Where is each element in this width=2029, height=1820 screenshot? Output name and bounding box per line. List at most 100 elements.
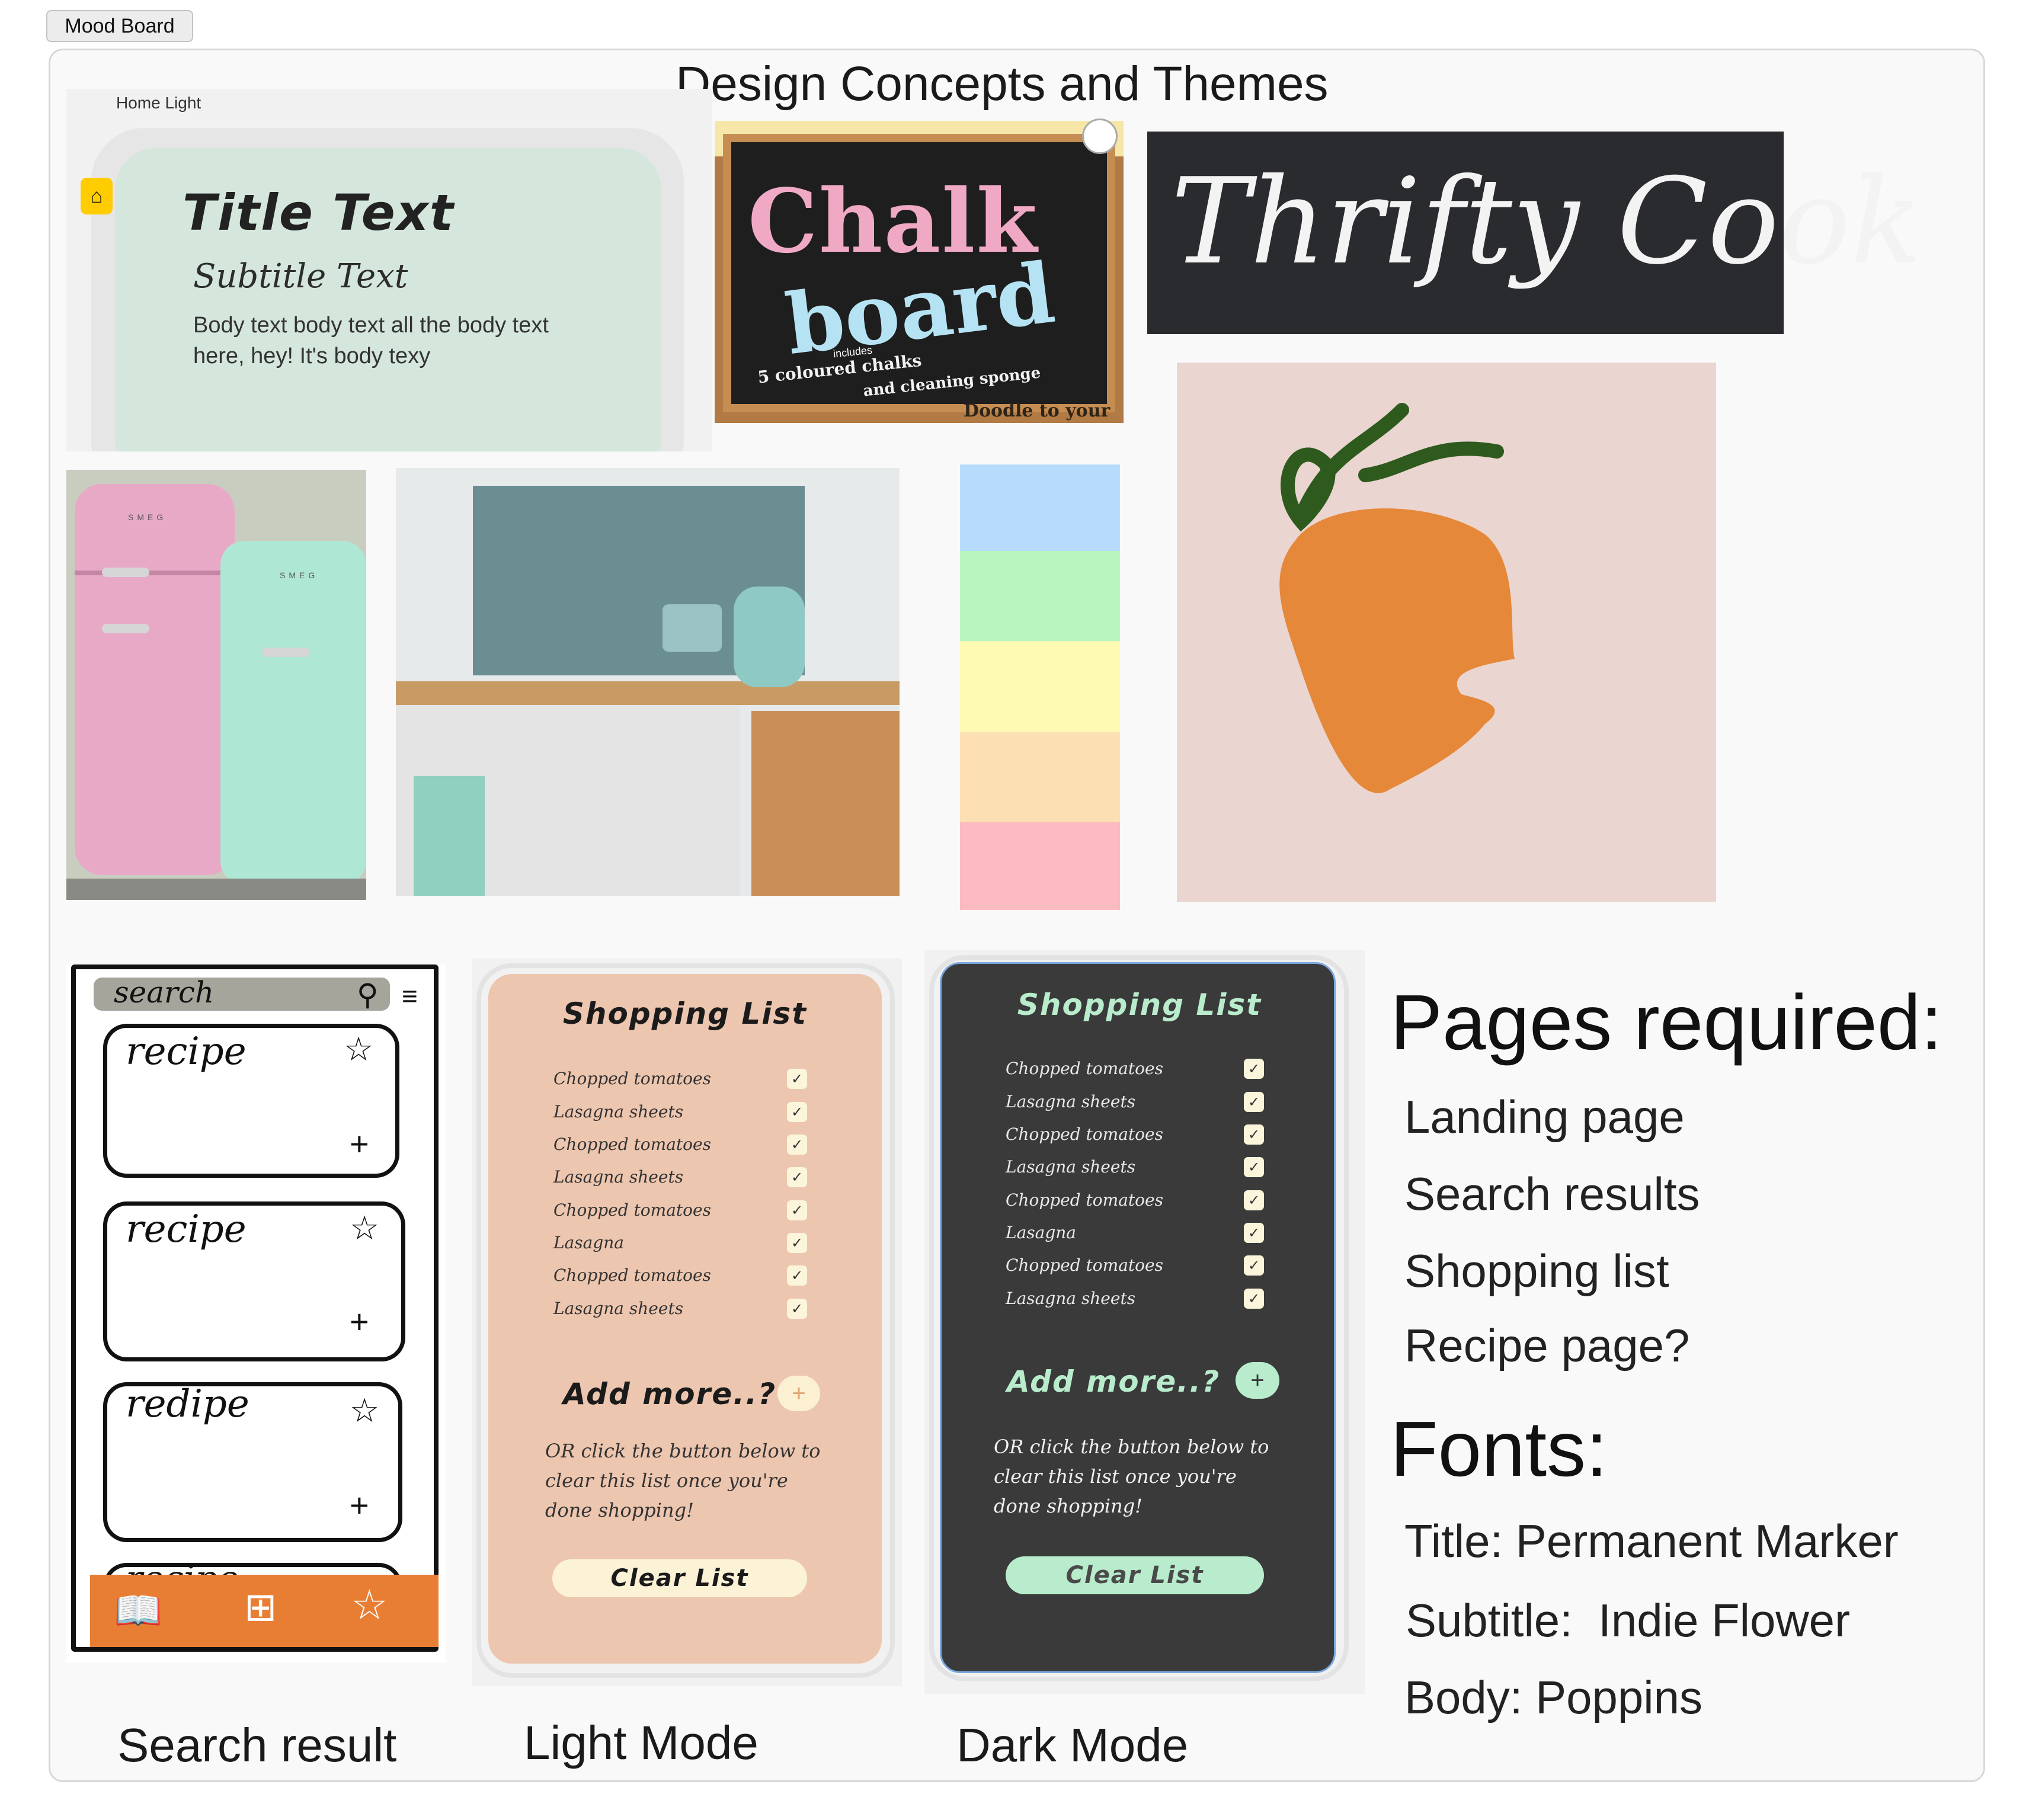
add-more-button[interactable]: + xyxy=(777,1376,820,1411)
pink-handle xyxy=(102,568,149,577)
caption-dark: Dark Mode xyxy=(956,1719,1189,1771)
light-list-title: Shopping List xyxy=(562,996,808,1031)
checkbox[interactable]: ✓ xyxy=(787,1299,807,1319)
checkbox[interactable]: ✓ xyxy=(787,1265,807,1286)
chalkboard-image: Chalk board includes 5 coloured chalks a… xyxy=(715,121,1124,423)
swatch-orange xyxy=(960,732,1120,822)
countertop xyxy=(396,681,900,705)
checkbox[interactable]: ✓ xyxy=(1244,1255,1264,1276)
pink-fridge xyxy=(75,484,235,875)
checkbox[interactable]: ✓ xyxy=(1244,1059,1264,1079)
book-icon[interactable]: 📖 xyxy=(114,1588,162,1634)
checkbox[interactable]: ✓ xyxy=(1244,1124,1264,1145)
color-palette xyxy=(960,464,1120,910)
list-item: Chopped tomatoes xyxy=(1006,1255,1163,1275)
plus-icon[interactable]: + xyxy=(350,1486,369,1524)
list-item: Chopped tomatoes xyxy=(1006,1124,1163,1144)
home-light-label: Home Light xyxy=(116,94,201,112)
stand-mixer xyxy=(734,587,805,687)
star-icon[interactable]: ☆ xyxy=(350,1391,379,1430)
pink-fridge-brand: SMEG xyxy=(128,512,167,522)
page-item: Recipe page? xyxy=(1404,1319,1690,1372)
checkbox[interactable]: ✓ xyxy=(1244,1223,1264,1243)
cart-icon[interactable]: ⊞ xyxy=(244,1584,277,1630)
page-item: Shopping list xyxy=(1404,1245,1669,1297)
carrot-logo xyxy=(1177,363,1716,902)
checkbox[interactable]: ✓ xyxy=(1244,1289,1264,1309)
star-icon[interactable]: ☆ xyxy=(351,1581,388,1629)
retro-fridges-photo: SMEG SMEG xyxy=(66,470,366,900)
checkbox[interactable]: ✓ xyxy=(787,1167,807,1187)
font-body: Body: Poppins xyxy=(1404,1671,1703,1723)
page-item: Search results xyxy=(1404,1168,1700,1220)
checkbox[interactable]: ✓ xyxy=(1244,1092,1264,1112)
font-subtitle: Subtitle: Indie Flower xyxy=(1406,1594,1851,1646)
mint-handle xyxy=(262,648,309,657)
kitchen-photo xyxy=(396,468,900,896)
list-item: Lasagna xyxy=(553,1233,624,1252)
body-text-sample: Body text body text all the body text xyxy=(193,313,549,338)
checkbox[interactable]: ✓ xyxy=(787,1069,807,1089)
menu-icon[interactable]: ≡ xyxy=(402,980,418,1012)
star-icon[interactable]: ☆ xyxy=(344,1030,373,1069)
add-more-button[interactable]: + xyxy=(1236,1362,1279,1399)
light-mode-frame: Shopping List Chopped tomatoes ✓ Lasagna … xyxy=(472,959,902,1686)
stool xyxy=(414,776,485,896)
title-text-sample: Title Text xyxy=(183,184,455,242)
swatch-pink xyxy=(960,822,1120,910)
list-item: Chopped tomatoes xyxy=(553,1200,711,1220)
tab-label: Mood Board xyxy=(65,14,175,37)
mint-fridge-brand: SMEG xyxy=(280,571,319,580)
list-item: Chopped tomatoes xyxy=(1006,1059,1163,1078)
clear-note-1: OR click the button below to xyxy=(545,1440,821,1462)
mood-board-tab[interactable]: Mood Board xyxy=(46,10,193,42)
font-title: Title: Permanent Marker xyxy=(1404,1515,1899,1567)
selection-handle[interactable] xyxy=(1082,118,1118,154)
sketch-card-1-label: recipe xyxy=(126,1030,247,1074)
floor xyxy=(66,879,366,900)
add-more-heading: Add more..? xyxy=(1007,1364,1221,1399)
add-more-heading: Add more..? xyxy=(563,1377,777,1411)
caption-light: Light Mode xyxy=(524,1716,759,1769)
clear-note-2: clear this list once you're xyxy=(994,1465,1237,1488)
checkbox[interactable]: ✓ xyxy=(787,1102,807,1122)
pink-fridge-split xyxy=(75,571,235,575)
pink-handle-2 xyxy=(102,624,149,633)
checkbox[interactable]: ✓ xyxy=(787,1135,807,1155)
list-item: Chopped tomatoes xyxy=(553,1069,711,1088)
mint-fridge xyxy=(220,541,366,885)
list-item: Lasagna sheets xyxy=(553,1167,684,1187)
dark-list: Chopped tomatoes ✓ Lasagna sheets ✓ Choppe… xyxy=(942,1059,1337,1319)
list-item: Lasagna xyxy=(1006,1223,1076,1242)
home-light-frame: Home Light ⌂ Title Text Subtitle Text Bo… xyxy=(66,89,712,451)
list-item: Lasagna sheets xyxy=(1006,1157,1136,1177)
plus-icon[interactable]: + xyxy=(350,1124,369,1163)
sketch-card-3-label: redipe xyxy=(126,1382,249,1426)
caption-search: Search result xyxy=(117,1719,397,1771)
clear-list-button[interactable]: Clear List xyxy=(552,1559,807,1597)
thrifty-cook-logo: Thrifty Cook xyxy=(1147,132,1922,334)
swatch-blue xyxy=(960,464,1120,551)
checkbox[interactable]: ✓ xyxy=(787,1200,807,1220)
plus-icon[interactable]: + xyxy=(350,1302,369,1341)
checkbox[interactable]: ✓ xyxy=(1244,1157,1264,1177)
checkbox[interactable]: ✓ xyxy=(787,1233,807,1253)
logo-text: Thrifty Cook xyxy=(1171,153,1922,291)
clear-note-2: clear this list once you're xyxy=(545,1469,788,1492)
home-icon[interactable]: ⌂ xyxy=(81,178,113,214)
list-item: Lasagna sheets xyxy=(553,1299,684,1318)
list-item: Lasagna sheets xyxy=(1006,1289,1136,1308)
list-item: Chopped tomatoes xyxy=(553,1135,711,1154)
checkbox[interactable]: ✓ xyxy=(1244,1190,1264,1210)
clear-list-button[interactable]: Clear List xyxy=(1006,1556,1264,1594)
sketch-card-2-label: recipe xyxy=(126,1207,247,1251)
chalk-doodle: Doodle to your xyxy=(964,400,1110,421)
page-item: Landing page xyxy=(1404,1091,1685,1143)
side-counter xyxy=(751,711,900,896)
list-item: Chopped tomatoes xyxy=(553,1265,711,1285)
star-icon[interactable]: ☆ xyxy=(350,1209,379,1248)
search-icon[interactable]: ⚲ xyxy=(357,978,379,1012)
sketch-search-label: search xyxy=(114,975,215,1010)
search-result-sketch: search ⚲ ≡ recipe ☆ + recipe ☆ + redipe … xyxy=(66,965,446,1662)
light-list: Chopped tomatoes ✓ Lasagna sheets ✓ Choppe… xyxy=(488,1069,882,1329)
